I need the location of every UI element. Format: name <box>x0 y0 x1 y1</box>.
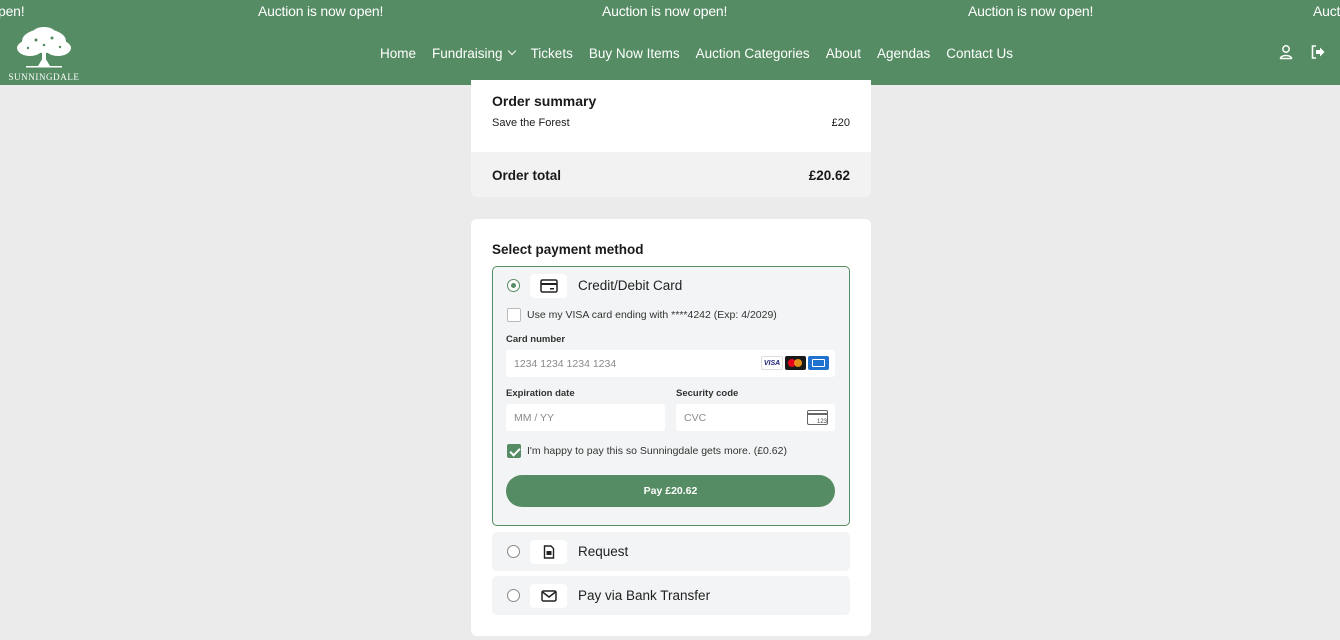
cvc-card-icon: 123 <box>807 410 828 425</box>
document-icon <box>530 540 567 564</box>
ticker-message: Auction is now open! <box>968 3 1094 19</box>
oak-tree-icon <box>17 27 71 68</box>
site-logo[interactable]: SUNNINGDALE <box>8 26 80 82</box>
expiration-label: Expiration date <box>506 388 575 399</box>
saved-card-label: Use my VISA card ending with ****4242 (E… <box>527 309 777 321</box>
order-item-price: £20 <box>831 117 850 129</box>
payment-method-title: Select payment method <box>492 242 644 257</box>
cvc-hint: 123 <box>816 419 827 425</box>
nav-contact-us[interactable]: Contact Us <box>946 46 1013 61</box>
expiration-input[interactable] <box>514 404 654 431</box>
nav-auction-categories[interactable]: Auction Categories <box>696 46 810 61</box>
chevron-down-icon <box>507 46 516 56</box>
pay-button[interactable]: Pay £20.62 <box>506 475 835 507</box>
logout-icon[interactable] <box>1309 43 1327 61</box>
nav-tickets[interactable]: Tickets <box>531 46 573 61</box>
payment-method-card-option[interactable]: Credit/Debit Card Use my VISA card endin… <box>492 266 850 526</box>
security-code-input[interactable] <box>684 404 794 431</box>
card-method-radio[interactable] <box>507 279 520 292</box>
order-summary-title: Order summary <box>492 93 597 109</box>
visa-icon: VISA <box>761 356 783 370</box>
order-item-name: Save the Forest <box>492 117 570 129</box>
ticker-message: pen! <box>0 3 25 19</box>
order-total-row: Order total £20.62 <box>471 152 871 197</box>
payment-method-bank-transfer-option[interactable]: Pay via Bank Transfer <box>492 576 850 615</box>
nav-about[interactable]: About <box>826 46 861 61</box>
card-brand-logos: VISA <box>761 356 829 370</box>
security-code-label: Security code <box>676 388 739 399</box>
nav-buy-now-items[interactable]: Buy Now Items <box>589 46 680 61</box>
payment-method-card: Select payment method Credit/Debit Card … <box>471 219 871 636</box>
bank-transfer-method-label: Pay via Bank Transfer <box>578 588 711 603</box>
card-number-field: VISA <box>506 350 835 377</box>
nav-fundraising-label: Fundraising <box>432 45 503 61</box>
nav-fundraising[interactable]: Fundraising <box>432 45 516 61</box>
security-code-field: 123 <box>676 404 835 431</box>
saved-card-checkbox[interactable] <box>507 308 521 322</box>
expiration-field <box>506 404 665 431</box>
cover-fee-label: I'm happy to pay this so Sunningdale get… <box>527 445 787 457</box>
site-header: pen! Auction is now open! Auction is now… <box>0 0 1340 85</box>
request-method-radio[interactable] <box>507 545 520 558</box>
payment-method-request-option[interactable]: Request <box>492 532 850 571</box>
card-number-label: Card number <box>506 334 566 345</box>
card-number-input[interactable] <box>514 350 714 377</box>
credit-card-icon <box>530 274 567 298</box>
cover-fee-checkbox[interactable] <box>507 444 521 458</box>
card-method-label: Credit/Debit Card <box>578 278 683 293</box>
order-total-label: Order total <box>492 168 562 183</box>
main-nav: Home Fundraising Tickets Buy Now Items A… <box>380 44 1029 62</box>
order-total-value: £20.62 <box>808 168 850 183</box>
nav-agendas[interactable]: Agendas <box>877 46 930 61</box>
logo-wordmark: SUNNINGDALE <box>8 72 80 82</box>
bank-transfer-method-radio[interactable] <box>507 589 520 602</box>
announcement-ticker: pen! Auction is now open! Auction is now… <box>0 0 1340 22</box>
mastercard-icon <box>785 356 806 370</box>
request-method-label: Request <box>578 544 629 559</box>
ticker-message: Auction is now open! <box>602 3 728 19</box>
ticker-message: Auction is now open! <box>258 3 384 19</box>
ticker-message: Aucti <box>1313 3 1340 19</box>
order-summary-card: Order summary Save the Forest £20 Order … <box>471 80 871 197</box>
nav-home[interactable]: Home <box>380 46 416 61</box>
user-icon[interactable] <box>1277 43 1295 61</box>
envelope-icon <box>530 584 567 608</box>
amex-icon <box>808 356 829 370</box>
